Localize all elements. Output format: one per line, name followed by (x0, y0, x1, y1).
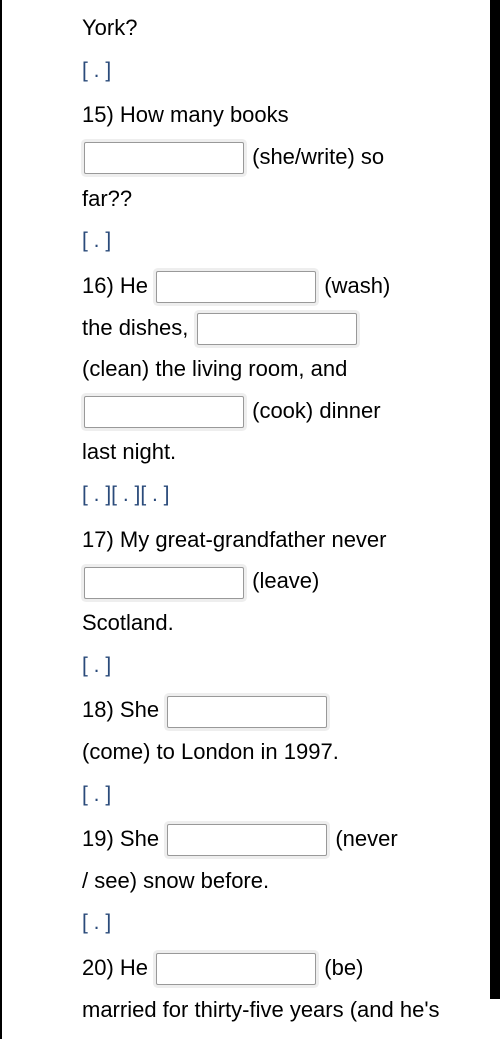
question-20-hint: (be) (324, 955, 363, 980)
question-20-line1: 20) He (82, 955, 148, 980)
question-16-hint3: (cook) dinner (252, 398, 380, 423)
question-15-line1: 15) How many books (82, 95, 476, 135)
answer-input-16b[interactable] (197, 313, 357, 345)
question-fragment-top: York? (82, 8, 476, 48)
hint-link-19[interactable]: [ . ] (82, 911, 111, 934)
question-19-line2: / see) snow before. (82, 861, 476, 901)
question-19-line1: 19) She (82, 826, 159, 851)
answer-input-16c[interactable] (84, 396, 244, 428)
answer-input-17[interactable] (84, 567, 244, 599)
question-17-line1: 17) My great-grandfather never (82, 520, 476, 560)
exercise-container: York? [ . ] 15) How many books (she/writ… (0, 0, 500, 1039)
hint-link-15[interactable]: [ . ] (82, 229, 111, 252)
question-16-line3: (clean) the living room, and (82, 349, 476, 389)
hint-link-14[interactable]: [ . ] (82, 59, 111, 82)
question-17-hint: (leave) (252, 568, 319, 593)
question-16-hint1: (wash) (324, 273, 390, 298)
right-border (490, 0, 500, 999)
answer-input-18[interactable] (167, 696, 327, 728)
question-15-tail: far?? (82, 179, 476, 219)
answer-input-15[interactable] (84, 142, 244, 174)
question-16-line1: 16) He (82, 273, 148, 298)
hint-link-16[interactable]: [ . ][ . ][ . ] (82, 483, 170, 506)
answer-input-19[interactable] (167, 824, 327, 856)
question-19-hint: (never (335, 826, 397, 851)
answer-input-16a[interactable] (156, 271, 316, 303)
question-17-tail: Scotland. (82, 603, 476, 643)
question-18-line2: (come) to London in 1997. (82, 732, 476, 772)
question-15-hint: (she/write) so (252, 144, 384, 169)
answer-input-20[interactable] (156, 953, 316, 985)
question-16-tail: last night. (82, 432, 476, 472)
question-18-line1: 18) She (82, 697, 159, 722)
hint-link-17[interactable]: [ . ] (82, 654, 111, 677)
hint-link-18[interactable]: [ . ] (82, 783, 111, 806)
question-16-line2a: the dishes, (82, 315, 188, 340)
question-20-line2: married for thirty-five years (and he's (82, 990, 476, 1030)
